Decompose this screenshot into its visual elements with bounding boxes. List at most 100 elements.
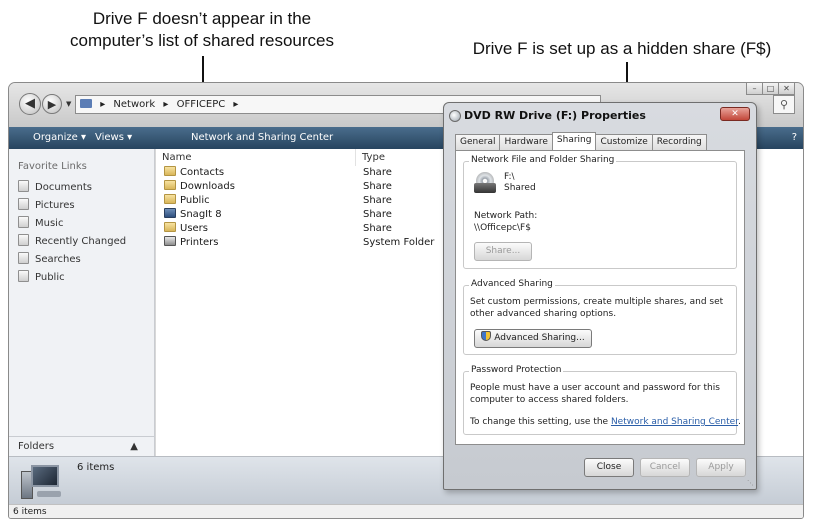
file-row-public[interactable]: Public Share [156,194,456,208]
tab-sharing[interactable]: Sharing [551,132,597,150]
pictures-icon [18,198,29,210]
address-segment-officepc[interactable]: OFFICEPC [177,99,226,110]
file-row-printers[interactable]: Printers System Folder [156,236,456,250]
callout-left: Drive F doesn’t appear in the computer’s… [22,8,382,52]
shared-folder-icon [164,166,176,176]
favorite-link-searches[interactable]: Searches [18,251,126,269]
favorite-link-public[interactable]: Public [18,269,126,287]
tab-general[interactable]: General [455,134,501,150]
share-button[interactable]: Share... [474,242,532,261]
file-type: Share [363,167,392,178]
dialog-close-button[interactable]: ✕ [720,107,750,121]
history-dropdown-icon[interactable]: ▼ [66,100,71,108]
status-bar: 6 items [9,504,803,518]
dialog-title: DVD RW Drive (F:) Properties [464,109,646,122]
column-header-name[interactable]: Name [156,149,356,166]
favorite-link-pictures[interactable]: Pictures [18,197,126,215]
close-button[interactable]: Close [584,458,634,477]
file-name: Contacts [164,166,224,180]
favorite-links-heading: Favorite Links [18,161,87,172]
password-protection-group: Password Protection People must have a u… [463,365,741,435]
window-close-button[interactable]: ✕ [778,83,795,95]
cancel-button[interactable]: Cancel [640,458,690,477]
favorite-link-label: Pictures [35,200,75,211]
favorite-link-music[interactable]: Music [18,215,126,233]
file-name: Users [164,222,208,236]
apply-button[interactable]: Apply [696,458,746,477]
tab-hardware[interactable]: Hardware [499,134,553,150]
tab-recording[interactable]: Recording [651,134,707,150]
forward-button[interactable]: ▶ [42,94,62,114]
file-row-users[interactable]: Users Share [156,222,456,236]
callout-left-line-2: computer’s list of shared resources [70,31,334,50]
file-type: Share [363,223,392,234]
file-rows: Contacts Share Downloads Share Public Share… [156,166,456,250]
window-controls: – □ ✕ [746,83,795,95]
search-icon[interactable]: ⚲ [773,95,795,114]
network-sharing-heading: Network File and Folder Sharing [469,155,617,165]
favorite-links-list: Documents Pictures Music Recently Change… [18,179,126,287]
minimize-button[interactable]: – [746,83,763,95]
folders-label: Folders [18,441,55,452]
favorite-link-label: Documents [35,182,93,193]
share-status: Shared [504,183,536,193]
password-protection-heading: Password Protection [469,365,564,375]
file-type: Share [363,181,392,192]
navigation-pane: Favorite Links Documents Pictures Music … [9,149,155,436]
file-name-text: Printers [180,237,219,248]
address-segment-network[interactable]: Network [113,99,155,110]
file-type: Share [363,195,392,206]
address-separator: ▸ [233,99,239,110]
file-name: Downloads [164,180,235,194]
network-path-value: \\Officepc\F$ [474,223,531,233]
file-type: System Folder [363,237,435,248]
documents-icon [18,180,29,192]
chevron-up-icon: ▲ [130,441,138,452]
properties-dialog: DVD RW Drive (F:) Properties ✕ General H… [443,102,757,490]
favorite-link-label: Searches [35,254,81,265]
network-sharing-center-button[interactable]: Network and Sharing Center [191,127,333,149]
advanced-sharing-heading: Advanced Sharing [469,279,555,289]
network-icon [80,99,92,108]
tab-customize[interactable]: Customize [595,134,653,150]
back-button[interactable]: ◀ [19,93,41,115]
dvd-drive-icon [449,110,461,122]
advanced-sharing-button[interactable]: Advanced Sharing... [474,329,592,348]
favorite-link-label: Recently Changed [35,236,127,247]
favorite-link-documents[interactable]: Documents [18,179,126,197]
favorite-link-recently-changed[interactable]: Recently Changed [18,233,126,251]
sharing-tab-panel: Network File and Folder Sharing F:\ Shar… [455,150,745,445]
shared-folder-icon [164,180,176,190]
advanced-sharing-group: Advanced Sharing Set custom permissions,… [463,279,737,355]
help-icon[interactable]: ? [792,127,797,149]
computer-icon [21,463,65,501]
uac-shield-icon [481,331,492,341]
file-row-contacts[interactable]: Contacts Share [156,166,456,180]
password-change-suffix: . [738,417,741,427]
maximize-button[interactable]: □ [762,83,779,95]
file-name-text: Users [180,223,209,234]
shared-folder-icon [164,194,176,204]
views-menu[interactable]: Views ▾ [95,127,132,149]
file-row-snagit[interactable]: SnagIt 8 Share [156,208,456,222]
music-icon [18,216,29,228]
file-row-downloads[interactable]: Downloads Share [156,180,456,194]
searches-icon [18,252,29,264]
file-name: Public [164,194,210,208]
file-name: SnagIt 8 [164,208,222,222]
folders-toggle[interactable]: Folders ▲ [9,436,155,456]
resize-grip-icon[interactable]: ⋱ [747,479,754,487]
shared-folder-icon [164,222,176,232]
callout-left-line-1: Drive F doesn’t appear in the [92,9,312,28]
callout-right: Drive F is set up as a hidden share (F$) [472,39,772,58]
favorite-link-label: Music [35,218,64,229]
network-sharing-center-link[interactable]: Network and Sharing Center [611,417,738,427]
file-type: Share [363,209,392,220]
organize-menu[interactable]: Organize ▾ [33,127,86,149]
details-item-count: 6 items [77,462,115,473]
dialog-tabs: General Hardware Sharing Customize Recor… [455,132,707,150]
password-change-text: To change this setting, use the Network … [470,416,741,428]
password-protection-description: People must have a user account and pass… [470,383,720,405]
favorite-link-label: Public [35,272,65,283]
file-name-text: Downloads [180,181,235,192]
